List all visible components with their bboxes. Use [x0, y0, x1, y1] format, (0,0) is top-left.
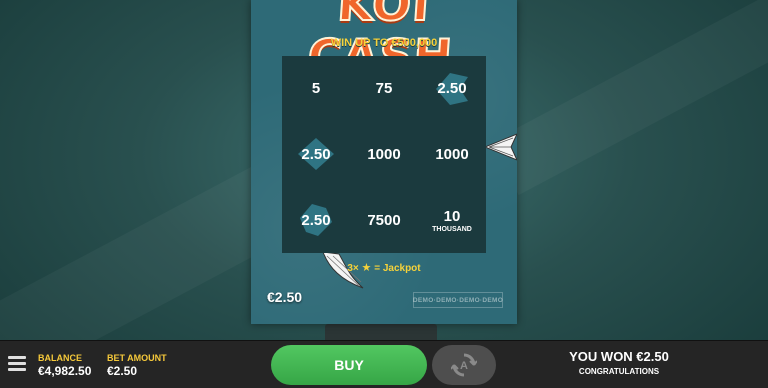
autoplay-button[interactable]: A: [432, 345, 496, 385]
svg-text:A: A: [460, 360, 468, 372]
max-win-tagline: WIN UP TO €500,000: [330, 37, 438, 49]
cell-value: 2.50: [437, 80, 467, 98]
balance-value: €4,982.50: [38, 364, 92, 378]
grid-cell: 2.50: [282, 187, 350, 253]
bet-amount-label: BET AMOUNT: [107, 353, 167, 363]
background-stripe: [490, 0, 768, 196]
game-logo: KOI CASH: [305, 0, 456, 84]
cell-value: 7500: [367, 211, 401, 229]
jackpot-multiplier: 3×: [347, 263, 359, 274]
balance-display: BALANCE €4,982.50: [38, 353, 91, 379]
grid-cell: 10 THOUSAND: [418, 187, 486, 253]
demo-watermark: DEMO·DEMO·DEMO·DEMO: [413, 292, 503, 308]
cell-value: 1000: [367, 145, 401, 163]
grid-cell: 1000: [350, 122, 418, 188]
ticket-stand: [325, 324, 437, 340]
win-message: YOU WON €2.50 CONGRATULATIONS: [560, 349, 678, 379]
grid-cell: 1000: [418, 122, 486, 188]
cell-value: 2.50: [301, 145, 331, 163]
cell-subvalue: THOUSAND: [432, 225, 472, 233]
jackpot-text: = Jackpot: [374, 263, 421, 274]
autoplay-icon: A: [451, 353, 477, 377]
cell-value: 5: [311, 80, 321, 98]
hamburger-menu-icon[interactable]: [8, 356, 26, 372]
jackpot-rule: 3× ★ = Jackpot: [251, 261, 517, 274]
balance-label: BALANCE: [38, 353, 82, 363]
grid-cell: 5: [282, 56, 350, 122]
bet-amount-value: €2.50: [107, 364, 138, 378]
cell-value: 2.50: [301, 211, 331, 229]
grid-cell: 2.50: [418, 56, 486, 122]
grid-cell: 7500: [350, 187, 418, 253]
buy-button[interactable]: BUY: [271, 345, 427, 385]
cell-value: 1000: [435, 145, 469, 163]
scratch-ticket: KOI CASH WIN UP TO €500,000 5 75 2.50 2.…: [251, 0, 517, 324]
congratulations-text: CONGRATULATIONS: [578, 367, 660, 376]
grid-cell: 2.50: [282, 122, 350, 188]
star-icon: ★: [361, 262, 372, 274]
grid-cell: 75: [350, 56, 418, 122]
scratch-area[interactable]: 5 75 2.50 2.50 1000 1000 2.50 7500 10 TH…: [282, 56, 486, 253]
bet-amount-display[interactable]: BET AMOUNT €2.50: [107, 353, 167, 379]
ticket-price: €2.50: [267, 289, 303, 305]
cell-value: 75: [375, 80, 393, 98]
koi-fin-icon: [485, 133, 517, 161]
win-amount-text: YOU WON €2.50: [569, 349, 669, 364]
cell-value: 10: [443, 207, 461, 225]
bottom-bar: BALANCE €4,982.50 BET AMOUNT €2.50 BUY A…: [0, 340, 768, 388]
